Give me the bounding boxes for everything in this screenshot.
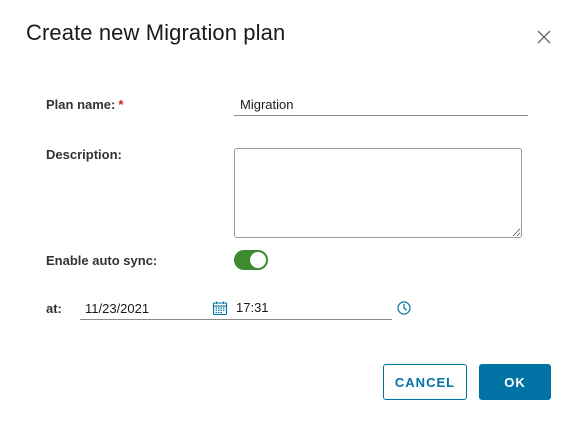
plan-name-label: Plan name: * xyxy=(46,97,124,112)
ok-button[interactable]: OK xyxy=(479,364,551,400)
plan-name-input[interactable] xyxy=(234,94,528,116)
cancel-button[interactable]: CANCEL xyxy=(383,364,467,400)
schedule-at-label: at: xyxy=(46,301,62,316)
auto-sync-toggle[interactable] xyxy=(234,250,268,270)
toggle-knob xyxy=(250,252,266,268)
create-migration-plan-dialog: Create new Migration plan Plan name:* De… xyxy=(0,0,574,422)
description-textarea[interactable] xyxy=(234,148,522,238)
date-input[interactable] xyxy=(80,298,232,320)
auto-sync-label: Enable auto sync: xyxy=(46,253,158,268)
calendar-icon[interactable] xyxy=(212,300,228,316)
description-label: Description: xyxy=(46,147,122,162)
close-icon[interactable] xyxy=(535,28,553,46)
clock-icon[interactable] xyxy=(397,301,411,315)
required-marker: * xyxy=(118,97,124,112)
time-input[interactable] xyxy=(232,296,392,320)
dialog-title: Create new Migration plan xyxy=(26,20,286,45)
